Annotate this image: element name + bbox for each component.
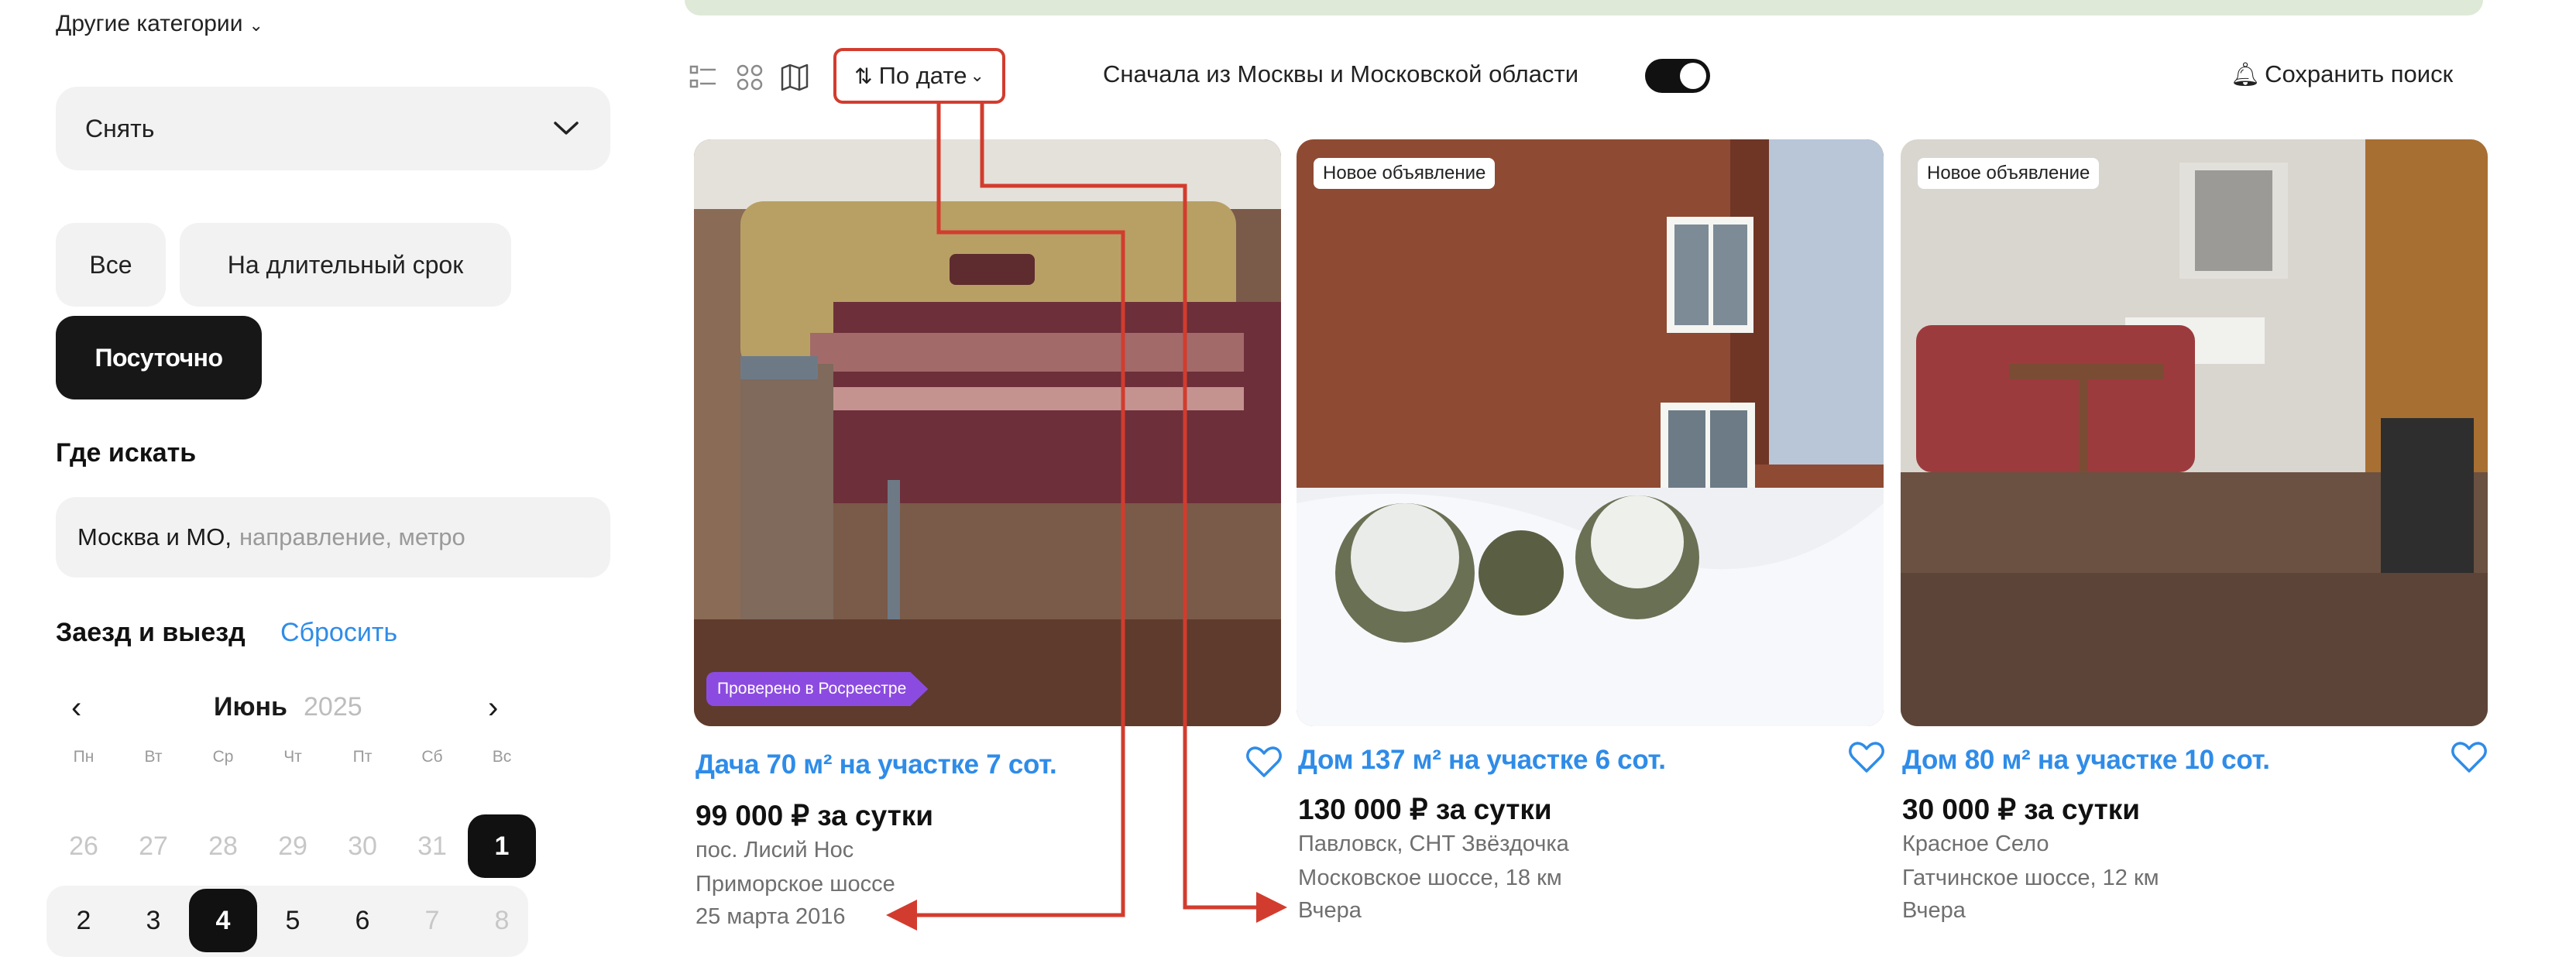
rent-chip-all[interactable]: Все (56, 223, 166, 307)
listing-photo[interactable] (694, 139, 1281, 726)
chevron-down-icon: ⌄ (249, 15, 263, 35)
calendar-day[interactable]: 2 (50, 889, 118, 952)
listing-address: Приморское шоссе (696, 872, 895, 897)
listing-photo-image (1901, 139, 2488, 726)
dates-title: Заезд и выезд (56, 618, 246, 647)
listing-address: Гатчинское шоссе, 12 км (1902, 866, 2159, 890)
location-field[interactable]: Москва и МО, направление, метро (56, 497, 610, 578)
calendar-day-selected[interactable]: 1 (468, 814, 536, 878)
listing-date: 25 марта 2016 (696, 904, 846, 929)
listing-date: Вчера (1298, 898, 1362, 923)
map-preview[interactable] (685, 0, 2483, 15)
favorite-heart-icon[interactable] (1848, 740, 1885, 774)
where-title: Где искать (56, 438, 197, 468)
listing-price: 30 000 ₽ за сутки (1902, 794, 2141, 825)
listing-photo-image (1297, 139, 1884, 726)
calendar-year: 2025 (304, 692, 362, 722)
favorite-heart-icon[interactable] (1245, 745, 1283, 779)
favorite-heart-icon[interactable] (2451, 740, 2488, 774)
listing-photo[interactable] (1901, 139, 2488, 726)
sort-label: По дате (878, 62, 967, 89)
chevron-down-icon: ⌄ (970, 66, 984, 85)
weekday-label: Вт (144, 748, 163, 766)
calendar-day[interactable]: 5 (259, 889, 327, 952)
calendar-day[interactable]: 29 (259, 814, 327, 878)
calendar-day[interactable]: 8 (468, 889, 536, 952)
grid-view-icon[interactable] (734, 62, 765, 93)
rent-chip-daily[interactable]: Посуточно (56, 316, 262, 399)
location-placeholder: направление, метро (239, 523, 465, 550)
listing-title-link[interactable]: Дом 137 м² на участке 6 сот. (1298, 745, 1666, 776)
calendar-day[interactable]: 28 (189, 814, 257, 878)
listing-photo[interactable] (1297, 139, 1884, 726)
other-categories-link[interactable]: Другие категории ⌄ (56, 11, 263, 37)
listing-location: Павловск, СНТ Звёздочка (1298, 831, 1569, 856)
new-listing-badge: Новое объявление (1314, 158, 1496, 189)
calendar-next-icon[interactable]: › (488, 691, 498, 725)
calendar-day[interactable]: 3 (119, 889, 187, 952)
listing-address: Московское шоссе, 18 км (1298, 866, 1562, 890)
weekday-label: Чт (283, 748, 302, 766)
calendar-day-selected[interactable]: 4 (189, 889, 257, 952)
calendar-day[interactable]: 30 (328, 814, 397, 878)
new-listing-badge: Новое объявление (1918, 158, 2100, 189)
weekday-label: Сб (421, 748, 443, 766)
other-categories-label: Другие категории (56, 11, 243, 36)
deal-type-select[interactable]: Снять (56, 87, 610, 170)
sort-arrows-icon: ⇅ (854, 63, 873, 88)
calendar-day[interactable]: 7 (398, 889, 466, 952)
listing-photo-image (694, 139, 1281, 726)
dates-reset-link[interactable]: Сбросить (280, 618, 397, 648)
calendar-day[interactable]: 27 (119, 814, 187, 878)
weekday-label: Вс (492, 748, 512, 766)
listing-date: Вчера (1902, 898, 1966, 923)
listing-location: Красное Село (1902, 831, 2049, 856)
list-view-icon[interactable] (688, 62, 719, 93)
save-search-label: Сохранить поиск (2265, 60, 2454, 87)
calendar-day[interactable]: 26 (50, 814, 118, 878)
listing-title-link[interactable]: Дача 70 м² на участке 7 сот. (696, 749, 1057, 780)
moscow-first-toggle[interactable] (1645, 59, 1710, 93)
map-view-icon[interactable] (779, 62, 810, 93)
deal-type-value: Снять (85, 114, 155, 142)
sort-button[interactable]: ⇅ По дате ⌄ (833, 48, 1005, 104)
verified-badge: Проверено в Росреестре (706, 672, 929, 706)
listing-price: 99 000 ₽ за сутки (696, 800, 934, 831)
listing-price: 130 000 ₽ за сутки (1298, 794, 1552, 825)
calendar-day[interactable]: 31 (398, 814, 466, 878)
location-value: Москва и МО, (77, 523, 232, 550)
rent-chip-long-term[interactable]: На длительный срок (180, 223, 511, 307)
calendar-day[interactable]: 6 (328, 889, 397, 952)
listing-title-link[interactable]: Дом 80 м² на участке 10 сот. (1902, 745, 2270, 776)
toggle-knob (1680, 63, 1706, 89)
weekday-label: Пн (73, 748, 94, 766)
moscow-first-label: Сначала из Москвы и Московской области (1103, 60, 1579, 87)
calendar-prev-icon[interactable]: ‹ (71, 691, 81, 725)
listing-location: пос. Лисий Нос (696, 838, 854, 862)
calendar-month: Июнь (214, 692, 287, 722)
weekday-label: Ср (212, 748, 234, 766)
save-search-button[interactable]: 🔔︎ Сохранить поиск (2231, 60, 2453, 88)
bell-plus-icon: 🔔︎ (2231, 62, 2261, 87)
chevron-down-icon (554, 122, 579, 135)
weekday-label: Пт (352, 748, 373, 766)
